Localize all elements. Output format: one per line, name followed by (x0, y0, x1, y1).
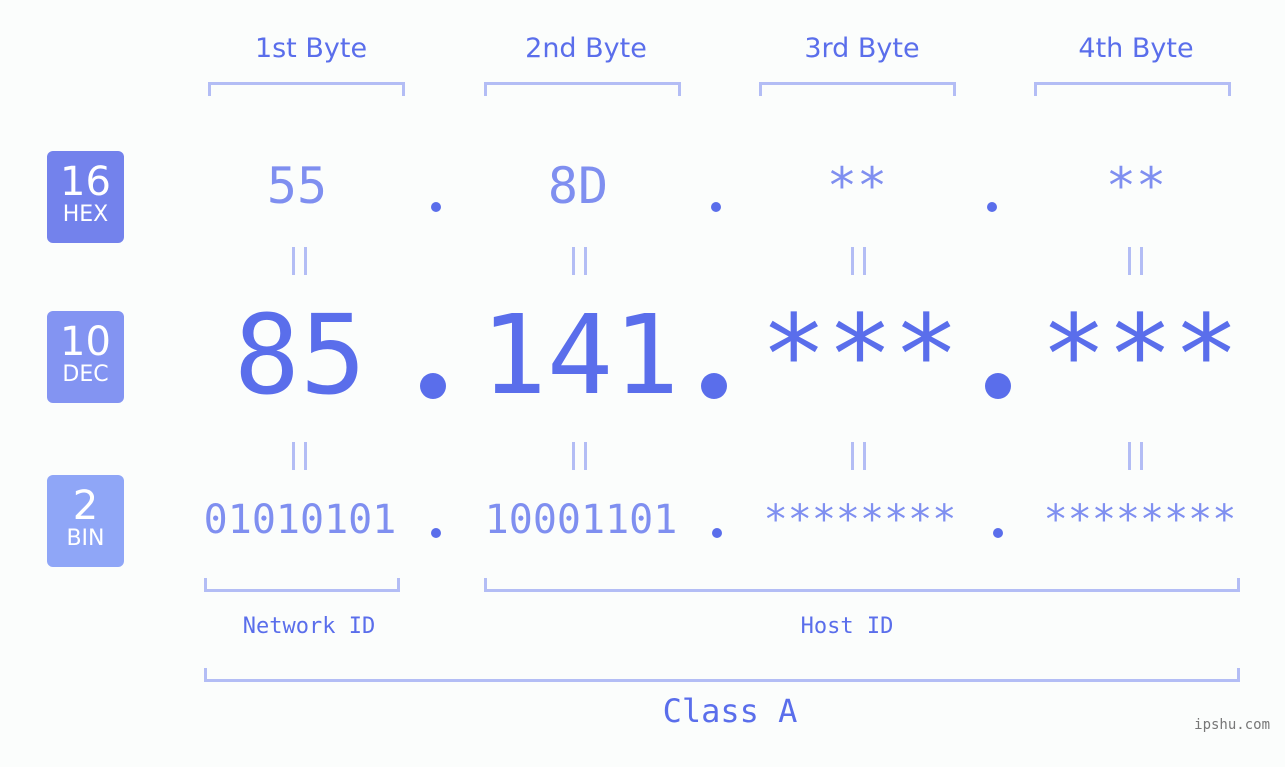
bin-byte-2: 10001101 (484, 497, 678, 543)
bin-dot-2 (712, 528, 722, 538)
class-bracket (204, 668, 1240, 682)
hex-byte-4: ** (1105, 157, 1167, 215)
dec-badge: 10 DEC (47, 311, 124, 403)
dec-byte-4: *** (1040, 291, 1240, 419)
header-byte-3: 3rd Byte (804, 33, 920, 64)
hex-badge-base: 16 (60, 159, 111, 205)
bin-badge-label: BIN (66, 526, 105, 551)
hex-byte-1: 55 (266, 157, 328, 215)
hex-badge: 16 HEX (47, 151, 124, 243)
bracket-byte-4 (1034, 82, 1231, 96)
header-byte-1: 1st Byte (254, 33, 368, 64)
dec-byte-2: 141 (480, 291, 680, 419)
equals-icon (292, 442, 307, 470)
hex-byte-3: ** (826, 157, 888, 215)
bin-byte-3: ******** (763, 497, 957, 543)
host-id-label: Host ID (800, 614, 894, 639)
dec-byte-1: 85 (233, 291, 367, 419)
bin-badge: 2 BIN (47, 475, 124, 567)
host-id-bracket (484, 578, 1240, 592)
hex-byte-2: 8D (547, 157, 609, 215)
watermark: ipshu.com (1194, 717, 1270, 733)
bin-byte-4: ******** (1043, 497, 1237, 543)
equals-icon (851, 442, 866, 470)
equals-icon (1128, 442, 1143, 470)
equals-icon (292, 247, 307, 275)
bin-dot-3 (993, 528, 1003, 538)
bin-byte-1: 01010101 (203, 497, 397, 543)
network-id-label: Network ID (242, 614, 376, 639)
hex-badge-label: HEX (62, 202, 109, 227)
hex-dot-1 (431, 202, 441, 212)
dec-byte-3: *** (760, 291, 960, 419)
equals-icon (1128, 247, 1143, 275)
bracket-byte-1 (208, 82, 405, 96)
hex-dot-2 (711, 202, 721, 212)
equals-icon (572, 247, 587, 275)
equals-icon (851, 247, 866, 275)
bin-badge-base: 2 (72, 483, 99, 529)
bin-dot-1 (431, 528, 441, 538)
dec-badge-base: 10 (60, 319, 111, 365)
network-id-bracket (204, 578, 400, 592)
dec-dot-2 (701, 373, 727, 399)
dec-badge-label: DEC (62, 362, 109, 387)
bracket-byte-2 (484, 82, 681, 96)
dec-dot-1 (420, 373, 446, 399)
class-label: Class A (662, 692, 798, 730)
header-byte-4: 4th Byte (1078, 33, 1194, 64)
equals-icon (572, 442, 587, 470)
header-byte-2: 2nd Byte (525, 33, 647, 64)
hex-dot-3 (987, 202, 997, 212)
bracket-byte-3 (759, 82, 956, 96)
dec-dot-3 (985, 373, 1011, 399)
